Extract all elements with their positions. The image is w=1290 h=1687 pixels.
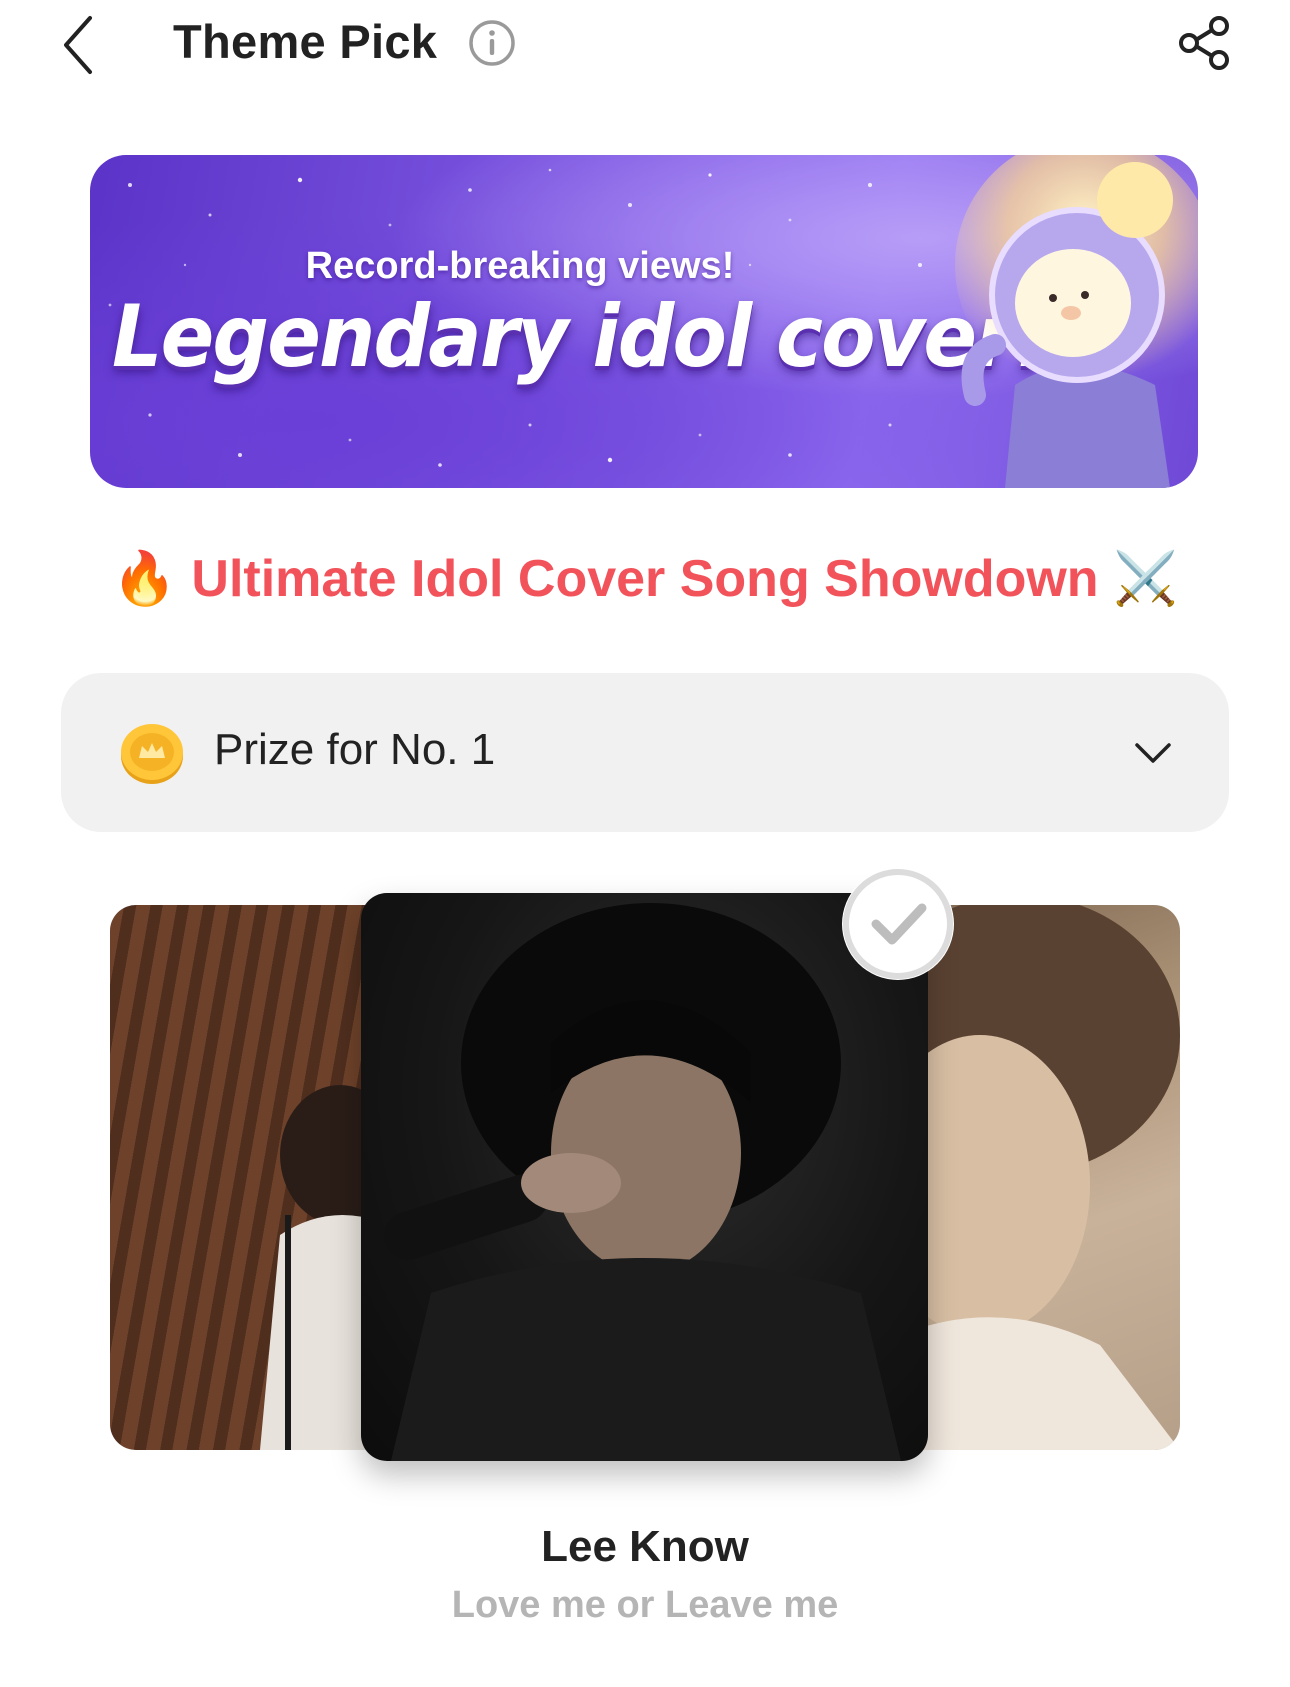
- chevron-down-icon: [1135, 743, 1171, 763]
- back-button[interactable]: [58, 10, 108, 80]
- crossed-swords-emoji: ⚔️: [1113, 550, 1178, 608]
- share-icon: [1179, 16, 1229, 70]
- chevron-left-icon: [64, 16, 92, 74]
- app-header: Theme Pick: [0, 0, 1290, 90]
- song-title: Love me or Leave me: [451, 1584, 839, 1626]
- coin-icon: [121, 724, 183, 784]
- selected-check-button[interactable]: [838, 864, 958, 984]
- check-circle-icon: [842, 868, 954, 980]
- promo-banner[interactable]: Record-breaking views! Legendary idol co…: [90, 155, 1198, 488]
- page-title: Theme Pick: [173, 15, 438, 68]
- prize-dropdown[interactable]: Prize for No. 1: [61, 673, 1229, 832]
- info-icon[interactable]: [468, 19, 516, 67]
- share-button[interactable]: [1176, 14, 1234, 72]
- banner-headline: Legendary idol cover?: [112, 287, 1058, 387]
- theme-heading: 🔥 Ultimate Idol Cover Song Showdown ⚔️: [0, 548, 1290, 609]
- fire-emoji: 🔥: [112, 550, 177, 608]
- prize-label: Prize for No. 1: [214, 725, 496, 774]
- banner-subtitle: Record-breaking views!: [305, 245, 735, 287]
- artist-name: Lee Know: [541, 1522, 749, 1571]
- astronaut-bear-mascot: [955, 155, 1198, 488]
- theme-title: Ultimate Idol Cover Song Showdown: [191, 550, 1099, 608]
